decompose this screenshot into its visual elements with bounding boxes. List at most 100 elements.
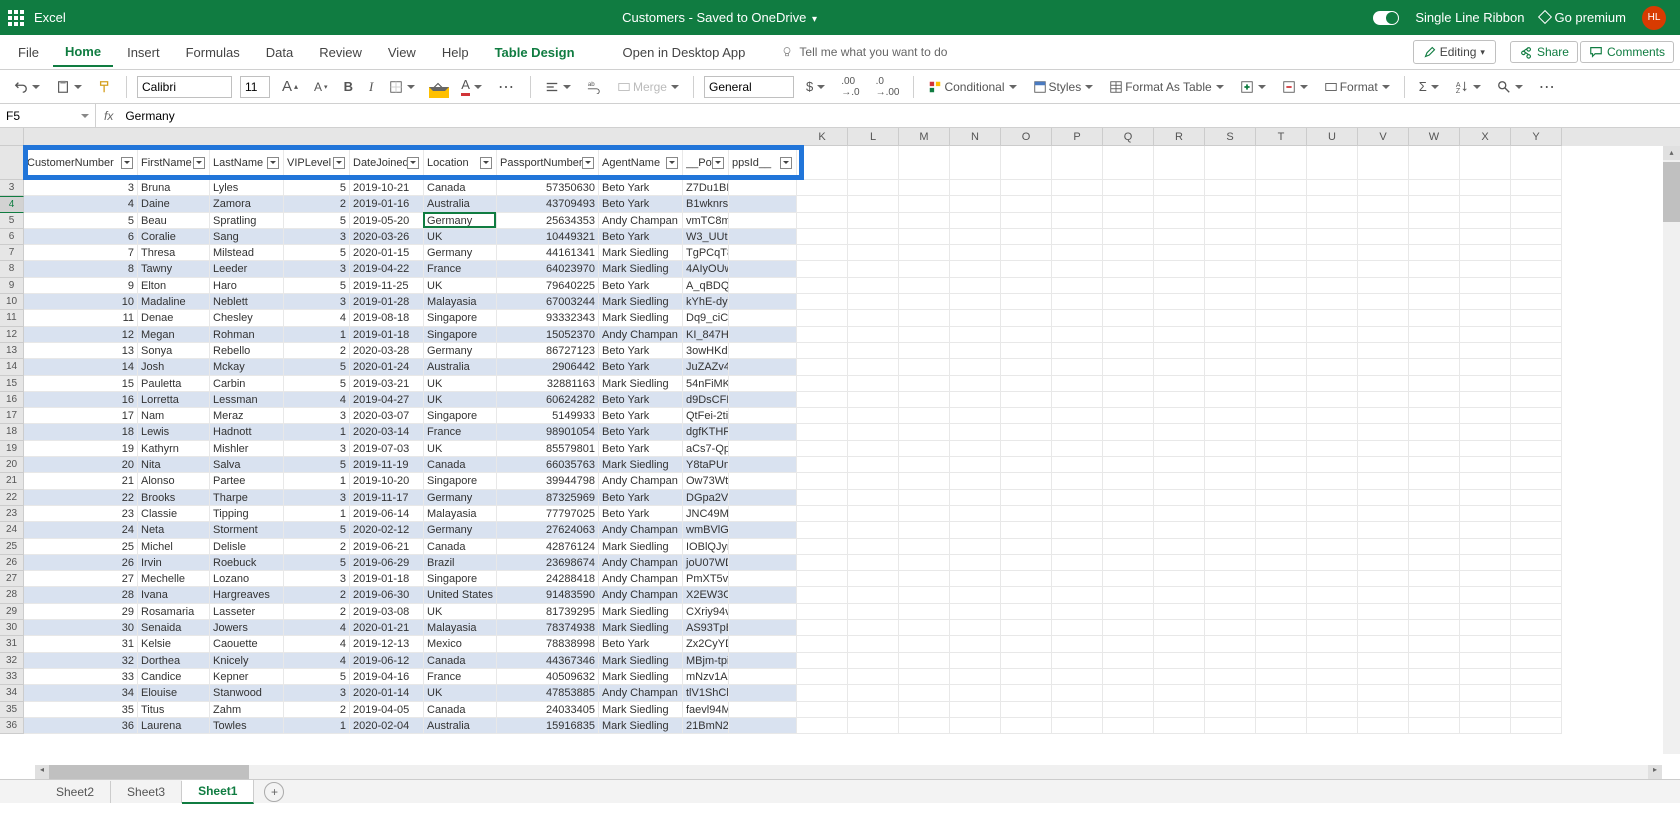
empty-cell[interactable]	[1460, 245, 1511, 261]
empty-cell[interactable]	[1511, 424, 1562, 440]
data-cell[interactable]: Kepner	[210, 669, 284, 685]
data-cell[interactable]: Mark Siedling	[599, 376, 683, 392]
row-header[interactable]: 12	[0, 327, 24, 343]
data-cell[interactable]: 2020-01-14	[350, 685, 424, 701]
empty-cell[interactable]	[1103, 180, 1154, 196]
empty-cell[interactable]	[1001, 408, 1052, 424]
data-cell[interactable]: Rohman	[210, 327, 284, 343]
data-cell[interactable]: DGpa2VfectI	[683, 490, 729, 506]
tab-view[interactable]: View	[376, 39, 428, 66]
empty-cell[interactable]	[1511, 310, 1562, 326]
data-cell[interactable]: Australia	[424, 359, 497, 375]
empty-cell[interactable]	[797, 343, 848, 359]
empty-cell[interactable]	[1511, 571, 1562, 587]
empty-cell[interactable]	[1052, 490, 1103, 506]
empty-cell[interactable]	[797, 196, 848, 212]
autosum-button[interactable]: Σ	[1415, 76, 1443, 97]
data-cell[interactable]	[729, 294, 797, 310]
row-header[interactable]: 13	[0, 343, 24, 359]
empty-cell[interactable]	[1103, 327, 1154, 343]
empty-cell[interactable]	[1256, 441, 1307, 457]
data-cell[interactable]: Beto Yark	[599, 490, 683, 506]
row-header[interactable]: 30	[0, 620, 24, 636]
row-header[interactable]: 27	[0, 571, 24, 587]
data-cell[interactable]: 2019-01-28	[350, 294, 424, 310]
data-cell[interactable]: Spratling	[210, 213, 284, 229]
empty-cell[interactable]	[1256, 457, 1307, 473]
empty-cell[interactable]	[1103, 571, 1154, 587]
data-cell[interactable]	[729, 424, 797, 440]
empty-cell[interactable]	[1409, 522, 1460, 538]
data-cell[interactable]: 2020-01-21	[350, 620, 424, 636]
empty-cell[interactable]	[1358, 376, 1409, 392]
ribbon-overflow-button[interactable]: ⋯	[1535, 74, 1561, 100]
data-cell[interactable]: 2019-01-18	[350, 327, 424, 343]
data-cell[interactable]: Storment	[210, 522, 284, 538]
empty-cell[interactable]	[797, 522, 848, 538]
empty-cell[interactable]	[1052, 718, 1103, 734]
empty-cell[interactable]	[1001, 392, 1052, 408]
data-cell[interactable]: 2019-03-21	[350, 376, 424, 392]
data-cell[interactable]: Y8taPUnshr8	[683, 457, 729, 473]
data-cell[interactable]: France	[424, 261, 497, 277]
empty-cell[interactable]	[950, 343, 1001, 359]
empty-cell[interactable]	[1409, 408, 1460, 424]
data-cell[interactable]: Daine	[138, 196, 210, 212]
row-header[interactable]: 7	[0, 245, 24, 261]
empty-cell[interactable]	[1001, 424, 1052, 440]
empty-cell[interactable]	[848, 571, 899, 587]
empty-cell[interactable]	[899, 441, 950, 457]
data-cell[interactable]: Andy Champan	[599, 587, 683, 603]
data-cell[interactable]: Germany	[424, 245, 497, 261]
data-cell[interactable]: Mark Siedling	[599, 653, 683, 669]
empty-cell[interactable]	[797, 294, 848, 310]
empty-cell[interactable]	[1052, 196, 1103, 212]
row-header[interactable]: 16	[0, 392, 24, 408]
empty-cell[interactable]	[848, 718, 899, 734]
data-cell[interactable]: Canada	[424, 702, 497, 718]
row-header[interactable]: 11	[0, 310, 24, 326]
data-cell[interactable]: Andy Champan	[599, 685, 683, 701]
data-cell[interactable]: wmBVlGcYnyY	[683, 522, 729, 538]
data-cell[interactable]: 66035763	[497, 457, 599, 473]
empty-cell[interactable]	[1307, 278, 1358, 294]
empty-cell[interactable]	[1409, 261, 1460, 277]
empty-cell[interactable]	[1154, 146, 1205, 180]
data-cell[interactable]: 57350630	[497, 180, 599, 196]
data-cell[interactable]	[729, 685, 797, 701]
empty-cell[interactable]	[1154, 327, 1205, 343]
data-cell[interactable]: 2020-02-04	[350, 718, 424, 734]
empty-cell[interactable]	[1154, 441, 1205, 457]
empty-cell[interactable]	[1205, 653, 1256, 669]
empty-cell[interactable]	[1103, 555, 1154, 571]
empty-cell[interactable]	[797, 245, 848, 261]
row-header[interactable]: 5	[0, 213, 24, 229]
empty-cell[interactable]	[1154, 359, 1205, 375]
font-color-button[interactable]: A	[457, 74, 486, 99]
data-cell[interactable]: 5	[284, 180, 350, 196]
empty-cell[interactable]	[848, 294, 899, 310]
currency-button[interactable]: $	[802, 76, 829, 97]
data-cell[interactable]: 9	[24, 278, 138, 294]
empty-cell[interactable]	[1103, 604, 1154, 620]
data-cell[interactable]: 4	[284, 636, 350, 652]
empty-cell[interactable]	[848, 376, 899, 392]
empty-cell[interactable]	[899, 506, 950, 522]
data-cell[interactable]: Tipping	[210, 506, 284, 522]
empty-cell[interactable]	[1154, 261, 1205, 277]
empty-cell[interactable]	[1409, 327, 1460, 343]
empty-cell[interactable]	[848, 146, 899, 180]
empty-cell[interactable]	[1001, 196, 1052, 212]
data-cell[interactable]: 5	[284, 278, 350, 294]
data-cell[interactable]: Sonya	[138, 343, 210, 359]
empty-cell[interactable]	[1358, 424, 1409, 440]
empty-cell[interactable]	[1460, 539, 1511, 555]
filter-dropdown-button[interactable]	[780, 157, 792, 169]
empty-cell[interactable]	[1103, 213, 1154, 229]
empty-cell[interactable]	[797, 424, 848, 440]
empty-cell[interactable]	[1460, 571, 1511, 587]
empty-cell[interactable]	[1001, 261, 1052, 277]
empty-cell[interactable]	[1307, 636, 1358, 652]
data-cell[interactable]: 2020-03-26	[350, 229, 424, 245]
empty-cell[interactable]	[1460, 522, 1511, 538]
